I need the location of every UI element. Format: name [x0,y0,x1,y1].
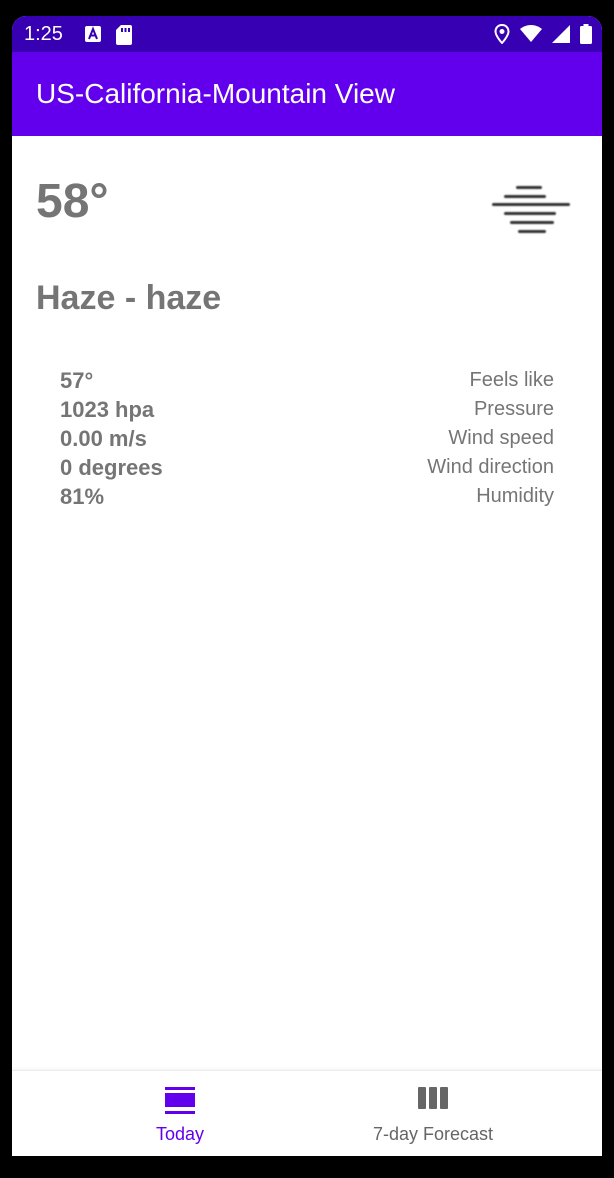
status-left-icons [84,25,132,50]
battery-icon [580,24,592,49]
detail-row-wind-direction: 0 degrees Wind direction [60,455,554,484]
detail-label: Humidity [476,485,554,507]
device-frame: 1:25 US-California-Mountain View 58° Haz… [0,0,614,1178]
signal-icon [552,25,570,48]
nav-item-7-day-forecast[interactable]: 7-day Forecast [286,1071,580,1156]
detail-value: 81% [60,484,105,509]
status-right-icons [494,23,592,49]
detail-row-pressure: 1023 hpa Pressure [60,397,554,426]
detail-label: Feels like [469,369,554,391]
location-icon [494,23,510,49]
screen: 1:25 US-California-Mountain View 58° Haz… [12,16,602,1156]
nav-label-today: Today [155,1124,205,1144]
bottom-navigation: Today 7-day Forecast [12,1070,602,1156]
detail-row-humidity: 81% Humidity [60,484,554,513]
nav-item-today[interactable]: Today [34,1071,326,1156]
wifi-icon [520,25,542,48]
detail-value: 57° [60,368,94,393]
detail-label: Wind direction [427,456,554,478]
app-title: US-California-Mountain View [36,78,395,109]
current-temperature: 58° [36,175,109,228]
a-icon [84,25,102,50]
status-time: 1:25 [24,23,63,45]
app-bar: US-California-Mountain View [12,52,602,136]
detail-value: 0 degrees [60,455,163,480]
sd-card-icon [116,25,132,50]
detail-row-feels-like: 57° Feels like [60,368,554,397]
haze-icon [490,182,572,241]
weather-details: 57° Feels like 1023 hpa Pressure 0.00 m/… [60,368,554,513]
detail-value: 0.00 m/s [60,426,147,451]
detail-value: 1023 hpa [60,397,155,422]
view-week-icon [418,1087,448,1114]
view-day-icon [165,1087,195,1120]
nav-label-7-day-forecast: 7-day Forecast [372,1124,494,1144]
detail-row-wind-speed: 0.00 m/s Wind speed [60,426,554,455]
today-weather-content: 58° Haze - haze 57° Feels like 1023 hpa … [12,136,602,1070]
weather-condition: Haze - haze [36,279,222,317]
detail-label: Pressure [473,398,554,420]
detail-label: Wind speed [448,427,554,449]
status-bar: 1:25 [12,16,602,52]
